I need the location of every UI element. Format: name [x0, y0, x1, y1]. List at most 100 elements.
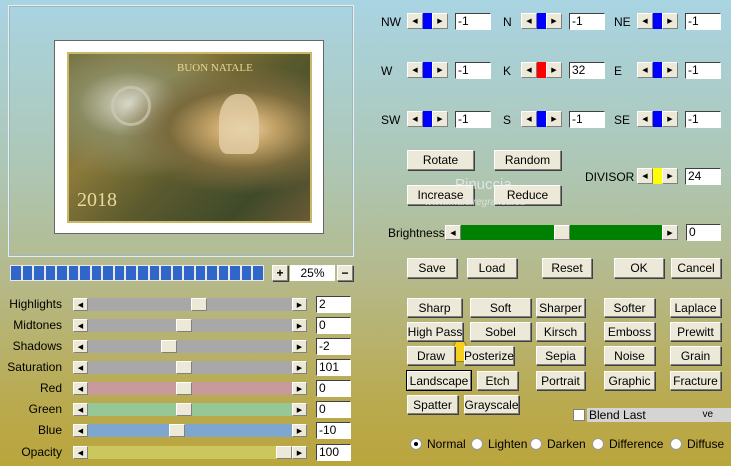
arrow-right-icon[interactable]: ▶	[292, 446, 307, 459]
arrow-right-icon[interactable]: ▶	[432, 62, 448, 78]
slider-thumb[interactable]	[423, 62, 432, 78]
matrix-input-se[interactable]: -1	[685, 111, 721, 128]
matrix-input-w[interactable]: -1	[455, 62, 491, 79]
slider-thumb[interactable]	[176, 403, 193, 416]
arrow-right-icon[interactable]: ▶	[292, 298, 307, 311]
filter-prewitt-button[interactable]: Prewitt	[670, 322, 721, 341]
slider-thumb[interactable]	[537, 13, 546, 29]
slider-track[interactable]	[423, 62, 432, 78]
filter-landscape-button[interactable]: Landscape	[406, 370, 472, 391]
slider-thumb[interactable]	[176, 382, 193, 395]
matrix-input-sw[interactable]: -1	[455, 111, 491, 128]
arrow-left-icon[interactable]: ◀	[407, 111, 423, 127]
radio-button-icon[interactable]	[410, 438, 422, 450]
cancel-button[interactable]: Cancel	[671, 258, 721, 278]
matrix-input-ne[interactable]: -1	[685, 13, 721, 30]
arrow-left-icon[interactable]: ◀	[73, 424, 88, 437]
filter-sharp-button[interactable]: Sharp	[407, 298, 462, 317]
filter-sepia-button[interactable]: Sepia	[536, 346, 585, 365]
filter-portrait-button[interactable]: Portrait	[536, 371, 585, 390]
filter-spatter-button[interactable]: Spatter	[407, 395, 458, 414]
matrix-input-k[interactable]: 32	[569, 62, 605, 79]
radio-darken[interactable]: Darken	[530, 437, 586, 451]
adjust-slider-green[interactable]: ◀ ▶	[73, 403, 307, 416]
adjust-input-highlights[interactable]: 2	[316, 296, 351, 313]
save-button[interactable]: Save	[407, 258, 457, 278]
radio-button-icon[interactable]	[670, 438, 682, 450]
rotate-button[interactable]: Rotate	[407, 150, 474, 170]
arrow-right-icon[interactable]: ▶	[432, 111, 448, 127]
matrix-slider-sw[interactable]: ◀ ▶	[407, 111, 448, 127]
arrow-left-icon[interactable]: ◀	[73, 361, 88, 374]
slider-thumb[interactable]	[423, 13, 432, 29]
filter-noise-button[interactable]: Noise	[604, 346, 655, 365]
adjust-input-saturation[interactable]: 101	[316, 359, 351, 376]
slider-track[interactable]	[653, 13, 662, 29]
filter-etch-button[interactable]: Etch	[477, 371, 518, 390]
arrow-right-icon[interactable]: ▶	[546, 62, 562, 78]
arrow-right-icon[interactable]: ▶	[662, 13, 678, 29]
adjust-input-opacity[interactable]: 100	[316, 444, 351, 461]
arrow-right-icon[interactable]: ▶	[292, 340, 307, 353]
arrow-left-icon[interactable]: ◀	[521, 62, 537, 78]
arrow-right-icon[interactable]: ▶	[292, 319, 307, 332]
slider-thumb[interactable]	[653, 13, 662, 29]
slider-track[interactable]	[537, 62, 546, 78]
slider-track[interactable]	[537, 111, 546, 127]
slider-thumb[interactable]	[191, 298, 208, 311]
slider-track[interactable]	[537, 13, 546, 29]
slider-track[interactable]	[88, 340, 292, 353]
filter-soft-button[interactable]: Soft	[470, 298, 531, 317]
slider-thumb[interactable]	[653, 111, 662, 127]
slider-track[interactable]	[88, 361, 292, 374]
arrow-left-icon[interactable]: ◀	[73, 446, 88, 459]
blend-last-label[interactable]: Blend Last ve	[587, 408, 731, 422]
brightness-input[interactable]: 0	[686, 224, 721, 241]
arrow-right-icon[interactable]: ▶	[432, 13, 448, 29]
arrow-left-icon[interactable]: ◀	[73, 298, 88, 311]
filter-grayscale-button[interactable]: Grayscale	[464, 395, 519, 414]
arrow-right-icon[interactable]: ▶	[662, 111, 678, 127]
adjust-slider-shadows[interactable]: ◀ ▶	[73, 340, 307, 353]
filter-laplace-button[interactable]: Laplace	[670, 298, 721, 317]
arrow-right-icon[interactable]: ▶	[292, 424, 307, 437]
matrix-input-n[interactable]: -1	[569, 13, 605, 30]
matrix-slider-nw[interactable]: ◀ ▶	[407, 13, 448, 29]
matrix-input-nw[interactable]: -1	[455, 13, 491, 30]
arrow-left-icon[interactable]: ◀	[73, 403, 88, 416]
adjust-slider-midtones[interactable]: ◀ ▶	[73, 319, 307, 332]
filter-sobel-button[interactable]: Sobel	[470, 322, 531, 341]
matrix-slider-s[interactable]: ◀ ▶	[521, 111, 562, 127]
filter-sharper-button[interactable]: Sharper	[536, 298, 585, 317]
slider-thumb[interactable]	[276, 446, 292, 459]
slider-track[interactable]	[653, 62, 662, 78]
slider-track[interactable]	[423, 13, 432, 29]
filter-draw-button[interactable]: Draw	[407, 346, 455, 365]
matrix-slider-n[interactable]: ◀ ▶	[521, 13, 562, 29]
slider-track[interactable]	[88, 382, 292, 395]
slider-thumb[interactable]	[161, 340, 178, 353]
slider-thumb[interactable]	[176, 361, 193, 374]
slider-track[interactable]	[423, 111, 432, 127]
matrix-slider-w[interactable]: ◀ ▶	[407, 62, 448, 78]
arrow-left-icon[interactable]: ◀	[407, 13, 423, 29]
matrix-input-e[interactable]: -1	[685, 62, 721, 79]
filter-kirsch-button[interactable]: Kirsch	[536, 322, 585, 341]
arrow-right-icon[interactable]: ▶	[292, 403, 307, 416]
arrow-left-icon[interactable]: ◀	[445, 225, 461, 240]
arrow-left-icon[interactable]: ◀	[407, 62, 423, 78]
filter-softer-button[interactable]: Softer	[604, 298, 655, 317]
arrow-left-icon[interactable]: ◀	[73, 382, 88, 395]
adjust-input-green[interactable]: 0	[316, 401, 351, 418]
adjust-input-shadows[interactable]: -2	[316, 338, 351, 355]
arrow-left-icon[interactable]: ◀	[637, 13, 653, 29]
arrow-right-icon[interactable]: ▶	[546, 13, 562, 29]
arrow-left-icon[interactable]: ◀	[637, 168, 653, 184]
slider-thumb[interactable]	[537, 111, 546, 127]
adjust-input-red[interactable]: 0	[316, 380, 351, 397]
slider-thumb[interactable]	[423, 111, 432, 127]
arrow-left-icon[interactable]: ◀	[637, 111, 653, 127]
filter-posterize-button[interactable]: Posterize	[464, 346, 514, 365]
arrow-left-icon[interactable]: ◀	[637, 62, 653, 78]
slider-track[interactable]	[653, 111, 662, 127]
